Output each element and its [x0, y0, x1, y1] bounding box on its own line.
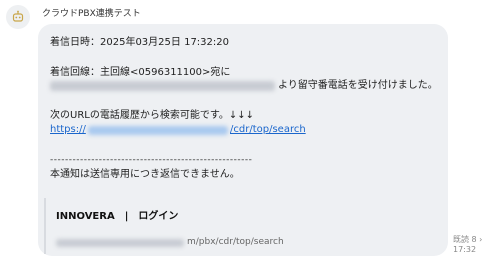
chat-screen: クラウドPBX連携テスト 着信日時：2025年03月25日 17:32:20 着… [0, 0, 500, 264]
history-link-path[interactable]: /cdr/top/search [230, 123, 306, 136]
call-datetime-line: 着信日時：2025年03月25日 17:32:20 [50, 37, 229, 48]
sender-avatar[interactable] [6, 5, 30, 29]
sender-name: クラウドPBX連携テスト [42, 9, 141, 19]
read-receipt[interactable]: 既読 8 › [453, 234, 482, 245]
url-intro-line: 次のURLの電話履歴から検索可能です。↓↓↓ [50, 110, 254, 121]
message-divider: ----------------------------------------… [50, 155, 253, 165]
no-reply-notice: 本通知は送信専用につき返信できません。 [50, 169, 240, 180]
link-preview-card[interactable]: INNOVERA | ログイン m/pbx/cdr/top/search [44, 198, 444, 254]
history-link-prefix[interactable]: https:// [50, 123, 86, 136]
redacted-preview-host [56, 239, 184, 247]
redacted-caller [50, 81, 275, 91]
redacted-link-host[interactable] [88, 126, 228, 135]
link-preview-url: m/pbx/cdr/top/search [187, 237, 284, 247]
message-time: 17:32 [453, 245, 477, 254]
link-preview-title: INNOVERA | ログイン [56, 211, 179, 222]
bot-face-icon [12, 10, 24, 22]
voicemail-received-text: より留守番電話を受け付けました。 [278, 80, 438, 91]
call-line-info: 着信回線：主回線<0596311100>宛に [50, 67, 231, 78]
